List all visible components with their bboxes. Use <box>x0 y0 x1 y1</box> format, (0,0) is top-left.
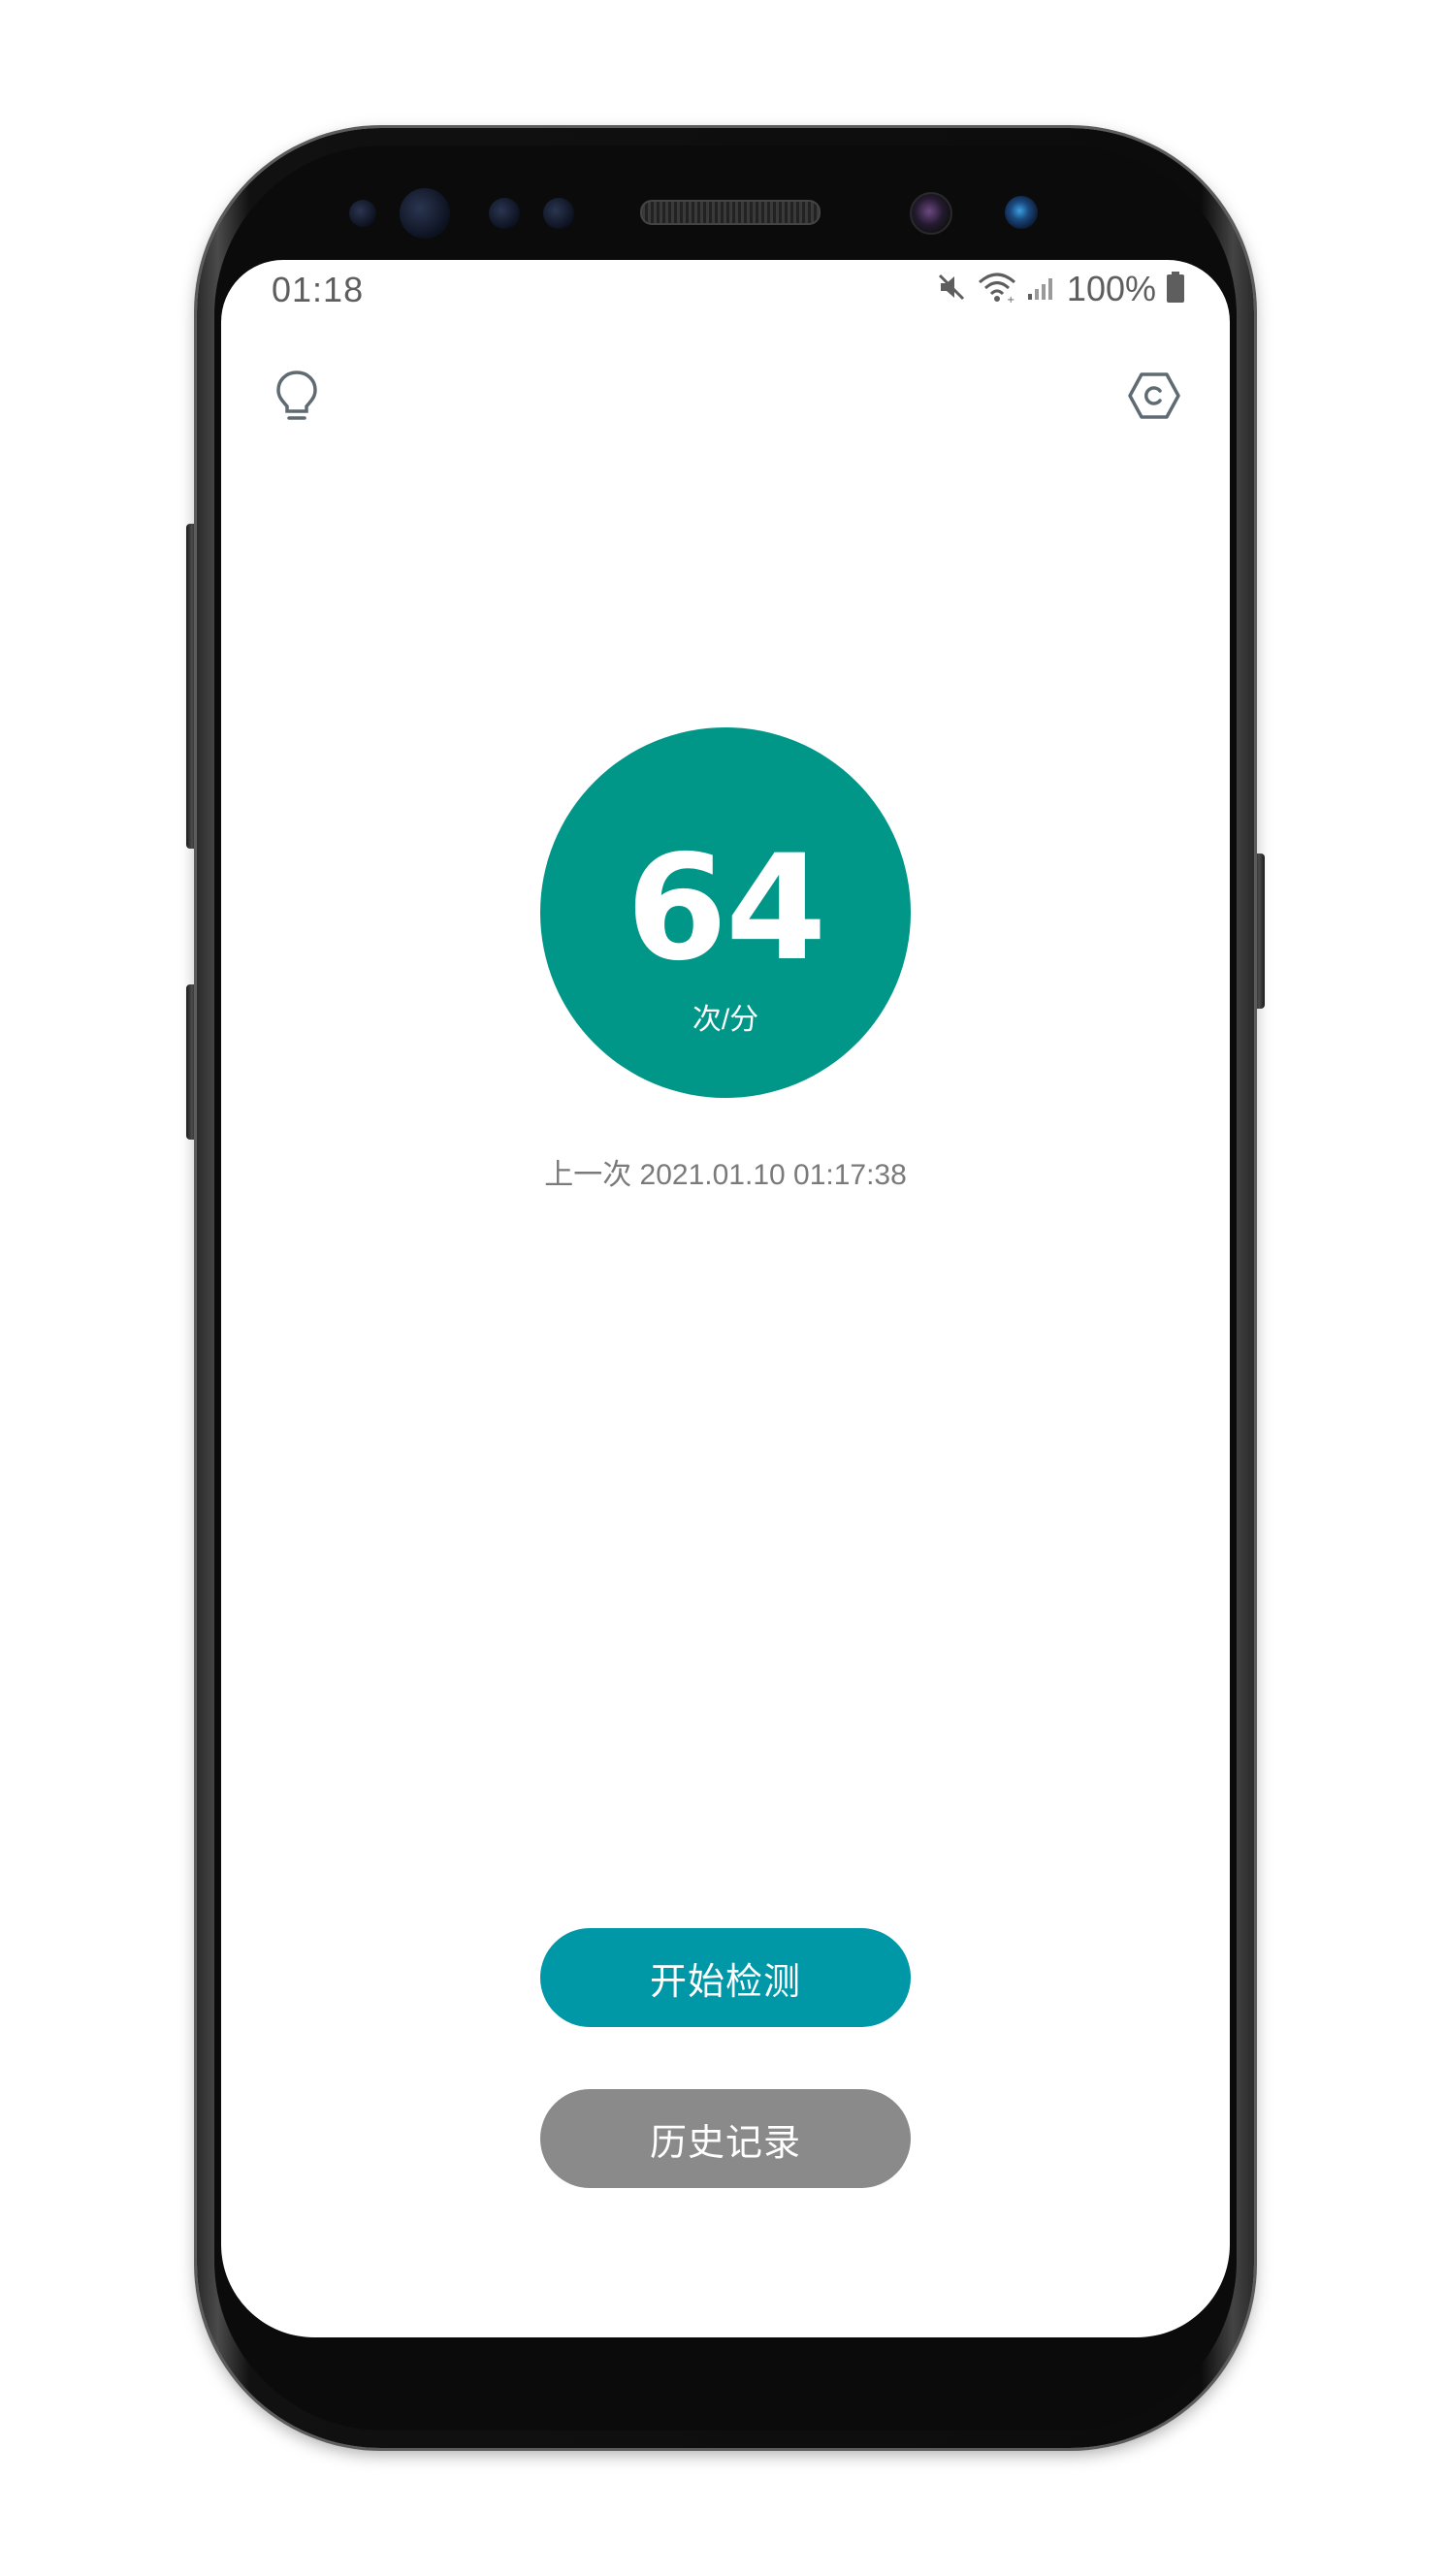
heart-rate-value: 64 <box>626 824 827 993</box>
iris-sensor <box>400 188 450 239</box>
last-measurement-time: 上一次 2021.01.10 01:17:38 <box>544 1159 907 1191</box>
settings-hex-icon[interactable] <box>1123 365 1185 427</box>
history-button[interactable]: 历史记录 <box>540 2089 911 2188</box>
battery-percent: 100% <box>1066 269 1156 308</box>
front-camera <box>910 192 952 235</box>
mute-icon <box>935 271 968 308</box>
start-detection-button[interactable]: 开始检测 <box>540 1928 911 2027</box>
light-sensor-2 <box>543 198 574 229</box>
status-bar: 01:18 + 100% <box>221 260 1230 320</box>
status-icons: + 100% <box>935 268 1185 310</box>
earpiece-speaker <box>640 200 821 225</box>
battery-icon <box>1166 271 1185 308</box>
lightbulb-icon[interactable] <box>266 365 328 427</box>
signal-icon <box>1026 273 1057 306</box>
heart-rate-unit: 次/分 <box>692 1004 759 1036</box>
heart-rate-circle: 64 次/分 <box>540 727 911 1098</box>
app-screen: 01:18 + 100% 64 次/分 上一次 2021.01.10 01:17… <box>221 260 1230 2337</box>
wifi-icon: + <box>978 271 1016 308</box>
power-button <box>1253 853 1265 1009</box>
proximity-sensor <box>349 200 376 227</box>
status-time: 01:18 <box>272 270 365 309</box>
iris-camera <box>1005 196 1038 229</box>
light-sensor <box>489 198 520 229</box>
svg-text:+: + <box>1007 295 1014 304</box>
